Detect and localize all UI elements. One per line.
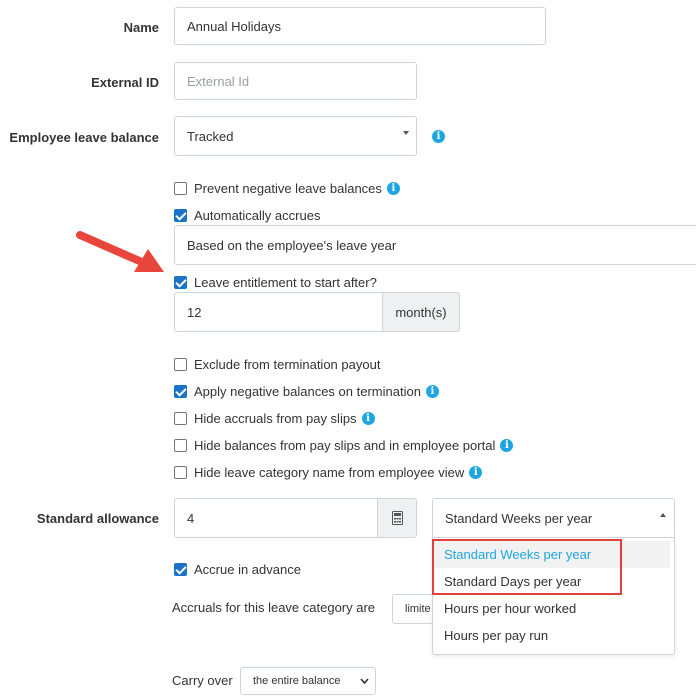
red-arrow-annotation — [76, 231, 164, 272]
allowance-unit-value: Standard Weeks per year — [445, 510, 593, 526]
auto-accrues-checkbox-row[interactable]: Automatically accrues — [174, 207, 320, 223]
auto-accrues-checkbox[interactable] — [174, 208, 187, 222]
hide-category-name-label: Hide leave category name from employee v… — [194, 464, 465, 480]
red-highlight-box — [432, 539, 622, 595]
carry-over-label: Carry over — [172, 673, 233, 688]
hide-accruals-label: Hide accruals from pay slips — [194, 410, 357, 426]
accruals-label: Accruals for this leave category are — [172, 600, 376, 615]
info-icon[interactable]: i — [500, 438, 514, 452]
info-icon[interactable]: i — [386, 181, 400, 195]
info-icon[interactable]: i — [361, 411, 375, 425]
info-icon[interactable]: i — [425, 384, 439, 398]
entitlement-checkbox-row[interactable]: Leave entitlement to start after? — [174, 274, 377, 290]
carry-over-value: the entire balance — [253, 675, 341, 687]
external-id-input[interactable]: External Id — [174, 62, 417, 100]
accrue-advance-label: Accrue in advance — [194, 561, 301, 577]
leave-balance-label: Employee leave balance — [9, 130, 159, 145]
accruals-value: limite — [405, 603, 431, 615]
hide-category-name-checkbox-row[interactable]: Hide leave category name from employee v… — [174, 464, 483, 480]
prevent-negative-checkbox[interactable] — [174, 181, 187, 195]
hide-category-name-checkbox[interactable] — [174, 465, 187, 479]
option-hours-per-hour[interactable]: Hours per hour worked — [444, 601, 576, 616]
hide-balances-label: Hide balances from pay slips and in empl… — [194, 437, 496, 453]
carry-over-select[interactable]: the entire balance — [240, 667, 376, 695]
standard-allowance-input[interactable]: 4 — [174, 498, 379, 538]
entitlement-checkbox[interactable] — [174, 275, 187, 289]
option-hours-per-pay-run[interactable]: Hours per pay run — [444, 628, 548, 643]
info-icon[interactable]: i — [469, 465, 483, 479]
apply-negative-checkbox[interactable] — [174, 384, 187, 398]
hide-accruals-checkbox[interactable] — [174, 411, 187, 425]
standard-allowance-label: Standard allowance — [36, 511, 159, 526]
accrue-advance-checkbox[interactable] — [174, 562, 187, 576]
allowance-unit-select[interactable]: Standard Weeks per year — [432, 498, 675, 538]
hide-accruals-checkbox-row[interactable]: Hide accruals from pay slips i — [174, 410, 375, 426]
prevent-negative-checkbox-row[interactable]: Prevent negative leave balances i — [174, 180, 400, 196]
apply-negative-checkbox-row[interactable]: Apply negative balances on termination i — [174, 383, 439, 399]
leave-balance-select[interactable]: Tracked — [174, 116, 417, 156]
exclude-termination-checkbox[interactable] — [174, 357, 187, 371]
exclude-termination-checkbox-row[interactable]: Exclude from termination payout — [174, 356, 380, 372]
entitlement-unit-addon: month(s) — [382, 292, 460, 332]
chevron-up-icon — [660, 513, 666, 517]
hide-balances-checkbox-row[interactable]: Hide balances from pay slips and in empl… — [174, 437, 514, 453]
prevent-negative-label: Prevent negative leave balances — [194, 180, 382, 196]
info-icon[interactable]: i — [432, 130, 445, 143]
leave-balance-value: Tracked — [187, 128, 234, 144]
chevron-down-icon — [360, 678, 369, 685]
entitlement-label: Leave entitlement to start after? — [194, 274, 377, 290]
name-input[interactable]: Annual Holidays — [174, 7, 546, 45]
exclude-termination-label: Exclude from termination payout — [194, 356, 381, 372]
hide-balances-checkbox[interactable] — [174, 438, 187, 452]
apply-negative-label: Apply negative balances on termination — [194, 383, 421, 399]
calculator-icon — [391, 511, 403, 525]
external-id-label: External ID — [91, 75, 159, 90]
accrue-advance-checkbox-row[interactable]: Accrue in advance — [174, 561, 301, 577]
entitlement-period-input[interactable]: 12 — [174, 292, 384, 332]
chevron-down-icon — [403, 131, 409, 135]
accrual-basis-select[interactable]: Based on the employee's leave year — [174, 225, 696, 265]
auto-accrues-label: Automatically accrues — [194, 207, 321, 223]
calculator-button[interactable] — [377, 498, 417, 538]
name-label: Name — [123, 20, 159, 35]
